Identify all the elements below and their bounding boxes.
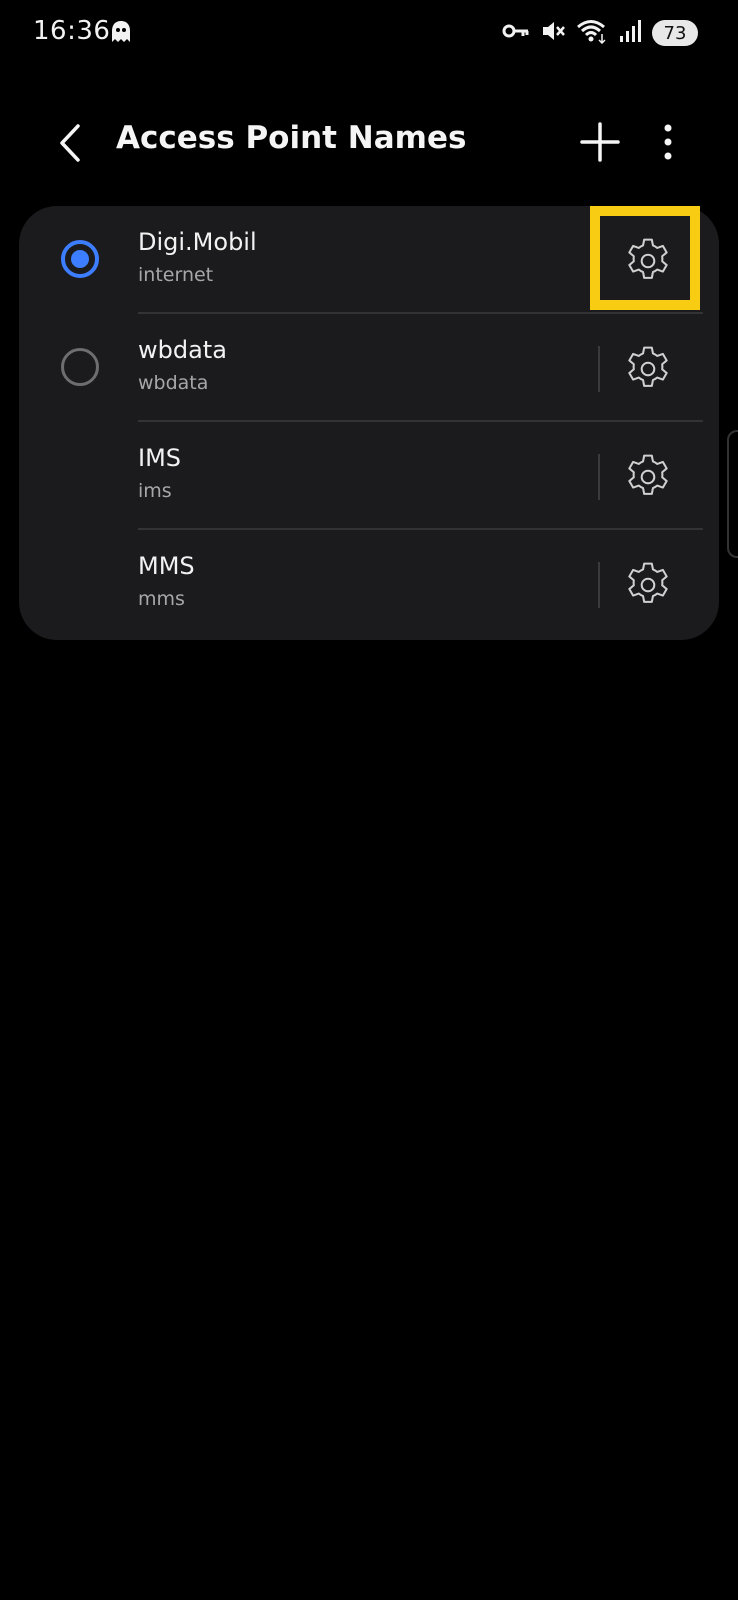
ghost-icon: [110, 20, 132, 44]
gear-icon: [628, 562, 668, 603]
plus-icon: [580, 122, 620, 162]
more-vert-icon: [664, 124, 672, 160]
wifi-icon: [576, 18, 608, 48]
apn-value: internet: [138, 264, 214, 286]
apn-settings-button[interactable]: [621, 558, 675, 612]
apn-value: mms: [138, 588, 185, 610]
battery-indicator: 73: [652, 20, 698, 46]
mute-icon: [540, 18, 566, 48]
apn-name: Digi.Mobil: [138, 228, 257, 256]
apn-item-ims[interactable]: IMS ims: [19, 422, 719, 530]
apn-radio[interactable]: [61, 348, 99, 386]
apn-value: wbdata: [138, 372, 209, 394]
gear-icon: [628, 454, 668, 495]
add-apn-button[interactable]: [578, 120, 622, 164]
back-button[interactable]: [48, 118, 92, 168]
app-bar: Access Point Names: [0, 100, 738, 190]
apn-value: ims: [138, 480, 172, 502]
apn-name: MMS: [138, 552, 195, 580]
status-bar: 16:36 73: [0, 0, 738, 70]
page-title: Access Point Names: [116, 120, 467, 156]
vpn-key-icon: [502, 21, 530, 45]
apn-radio-selected[interactable]: [61, 240, 99, 278]
signal-icon: [618, 19, 642, 47]
gear-icon: [628, 346, 668, 387]
apn-name: wbdata: [138, 336, 227, 364]
vertical-divider: [598, 346, 600, 392]
apn-settings-button[interactable]: [621, 450, 675, 504]
status-time: 16:36: [33, 16, 111, 46]
apn-settings-button[interactable]: [621, 342, 675, 396]
more-options-button[interactable]: [650, 120, 686, 164]
edge-panel-handle[interactable]: [727, 430, 738, 558]
status-icons: 73: [502, 18, 698, 48]
apn-item-mms[interactable]: MMS mms: [19, 530, 719, 638]
apn-name: IMS: [138, 444, 182, 472]
chevron-left-icon: [60, 124, 80, 162]
vertical-divider: [598, 562, 600, 608]
vertical-divider: [598, 454, 600, 500]
apn-item-wbdata[interactable]: wbdata wbdata: [19, 314, 719, 422]
highlight-box: [590, 206, 700, 310]
